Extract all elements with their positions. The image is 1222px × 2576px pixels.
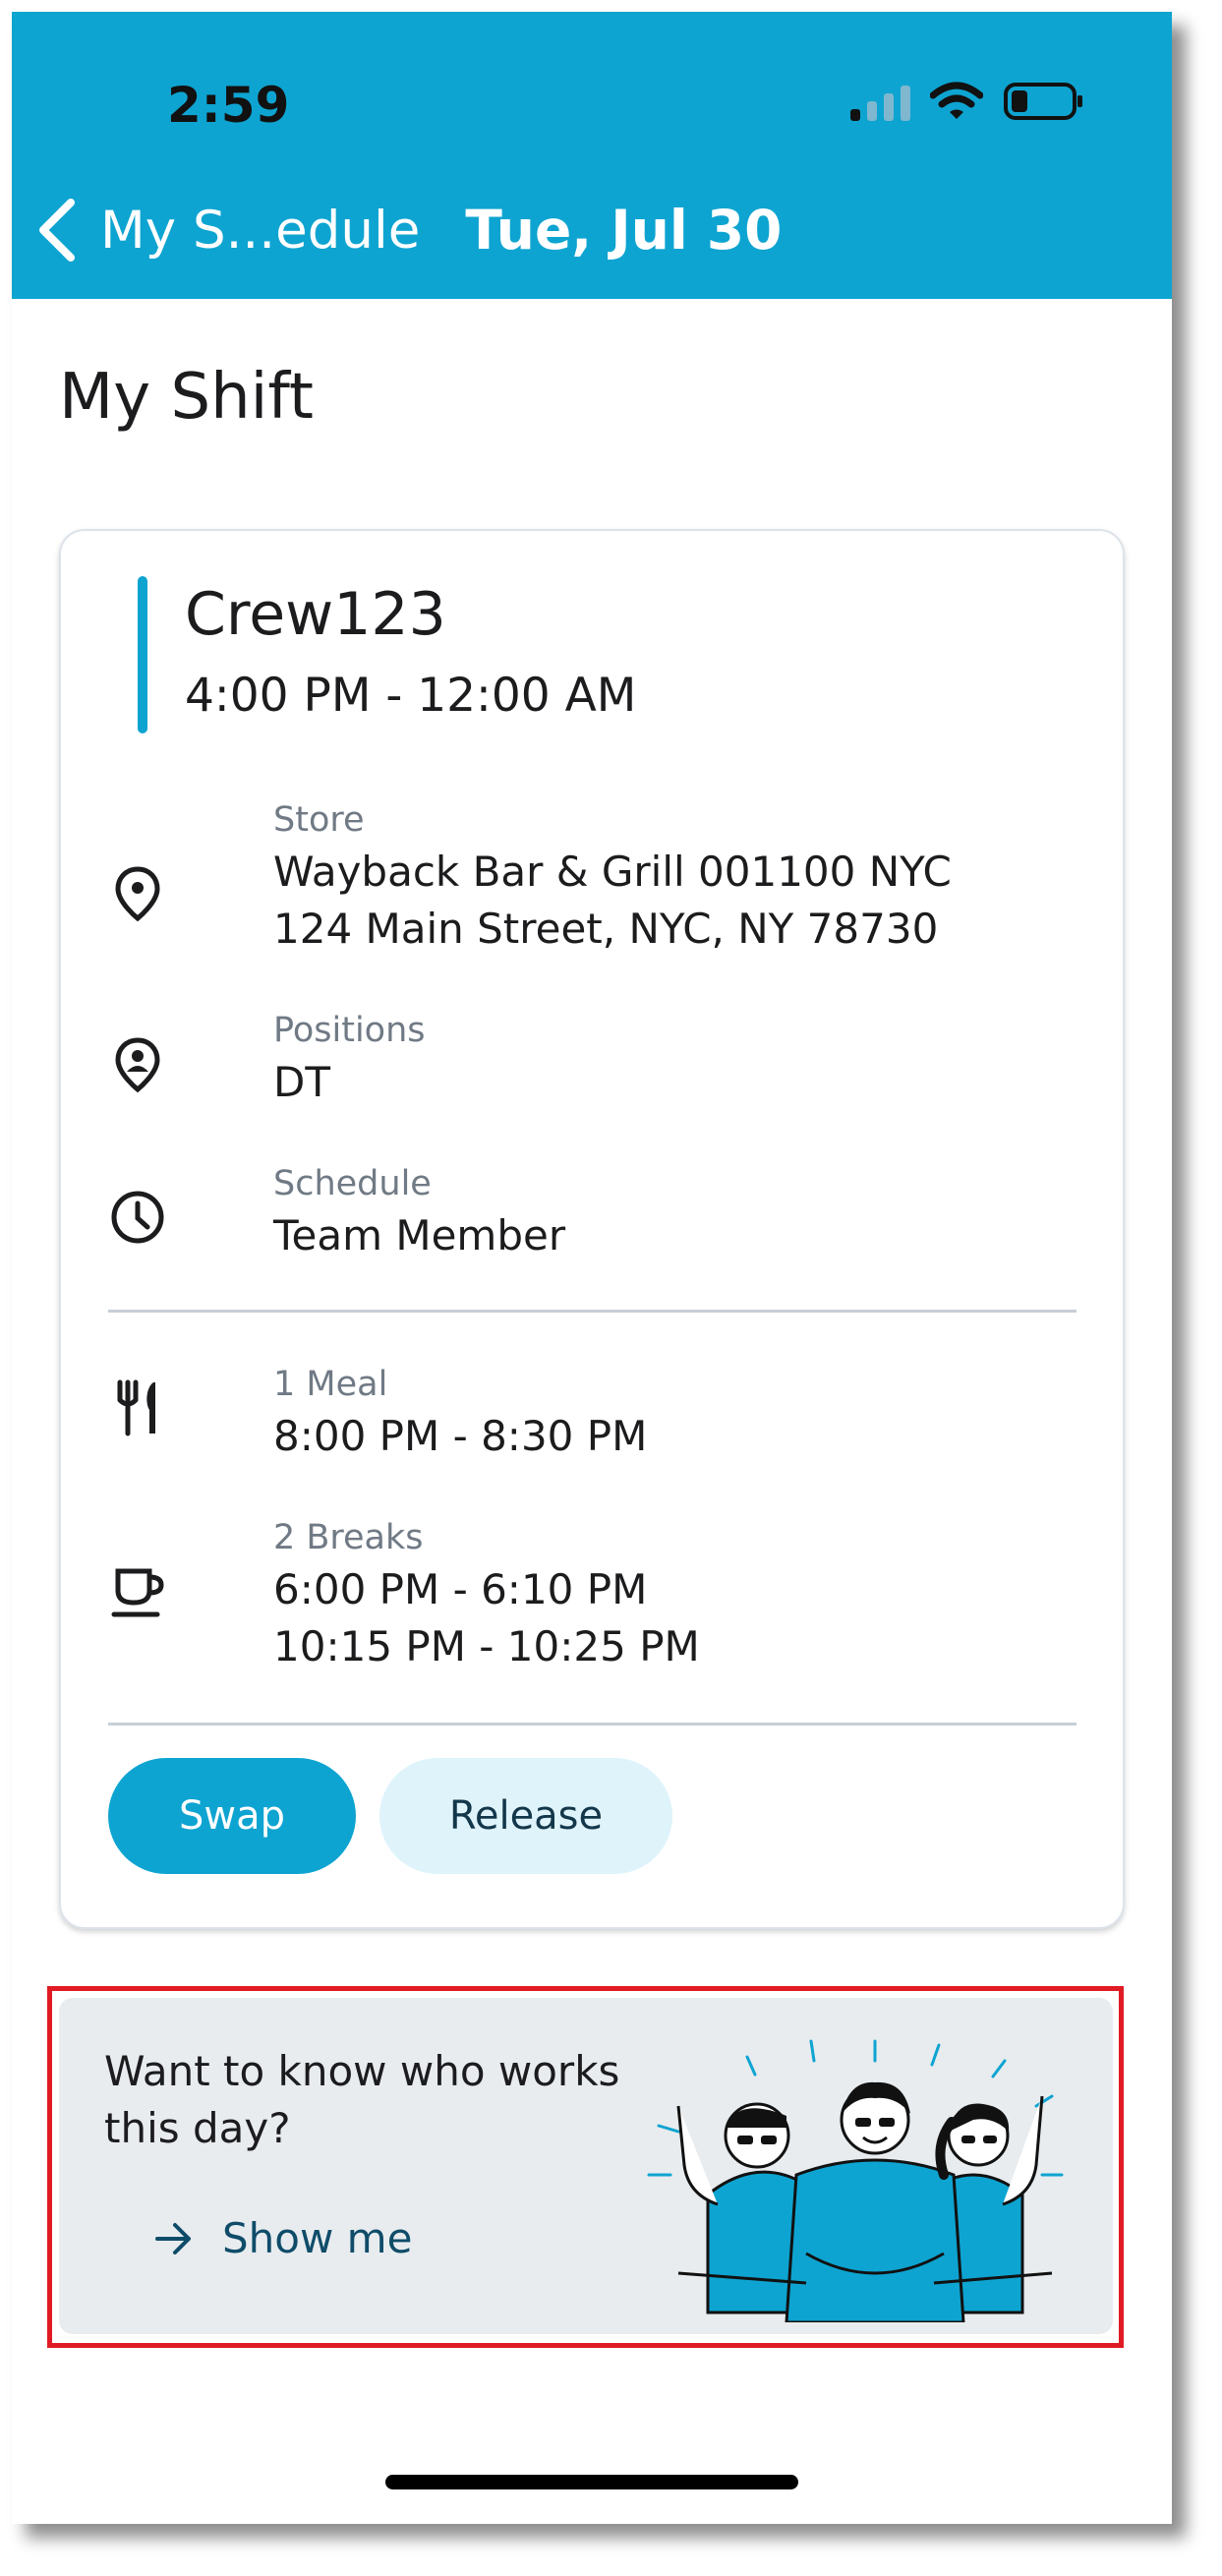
page-title: My Shift (59, 361, 314, 434)
store-address: 124 Main Street, NYC, NY 78730 (273, 905, 939, 953)
clock-icon (111, 1191, 164, 1244)
promo-text: Want to know who works this day? (104, 2043, 655, 2157)
promo-line: this day? (104, 2104, 291, 2152)
meal-label: 1 Meal (273, 1365, 388, 1404)
promo-line: Want to know who works (104, 2047, 620, 2095)
schedule-value: Team Member (273, 1211, 566, 1259)
show-me-label: Show me (222, 2214, 413, 2262)
cellular-signal-icon (850, 82, 910, 121)
shift-time: 4:00 PM - 12:00 AM (185, 669, 637, 723)
positions-value: DT (273, 1058, 330, 1106)
team-illustration (647, 2039, 1064, 2322)
schedule-label: Schedule (273, 1164, 432, 1203)
location-pin-icon (115, 866, 160, 922)
meal-time: 8:00 PM - 8:30 PM (273, 1412, 648, 1460)
release-button[interactable]: Release (379, 1758, 672, 1874)
shift-accent-bar (138, 576, 147, 733)
arrow-right-icon (155, 2222, 191, 2254)
status-time: 2:59 (167, 77, 290, 134)
positions-label: Positions (273, 1011, 426, 1050)
store-name: Wayback Bar & Grill 001100 NYC (273, 848, 952, 896)
status-icons (850, 81, 1085, 122)
divider (108, 1310, 1077, 1313)
fork-knife-icon (117, 1379, 155, 1436)
person-pin-icon (115, 1037, 160, 1093)
home-indicator (385, 2475, 798, 2489)
app-header: 2:59 My S...edule Tue, Jul 30 (12, 12, 1172, 299)
break-time: 10:15 PM - 10:25 PM (273, 1622, 700, 1670)
battery-icon (1004, 83, 1082, 120)
divider (108, 1723, 1077, 1726)
breaks-label: 2 Breaks (273, 1518, 424, 1557)
break-time: 6:00 PM - 6:10 PM (273, 1565, 648, 1613)
back-button[interactable]: My S...edule Tue, Jul 30 (35, 199, 782, 262)
phone-screen: 2:59 My S...edule Tue, Jul 30 My Shift C… (12, 12, 1172, 2524)
store-label: Store (273, 800, 365, 840)
back-chevron-icon (39, 199, 75, 262)
coffee-cup-icon (111, 1568, 164, 1617)
crew-name: Crew123 (185, 580, 446, 649)
header-title: Tue, Jul 30 (465, 199, 783, 262)
show-me-link[interactable]: Show me (153, 2214, 412, 2262)
wifi-icon (930, 82, 983, 119)
back-label: My S...edule (100, 200, 421, 261)
swap-button[interactable]: Swap (108, 1758, 356, 1874)
who-works-banner: Want to know who works this day? Show me (59, 1998, 1113, 2334)
shift-card: Crew123 4:00 PM - 12:00 AM Store Wayback… (59, 529, 1125, 1929)
